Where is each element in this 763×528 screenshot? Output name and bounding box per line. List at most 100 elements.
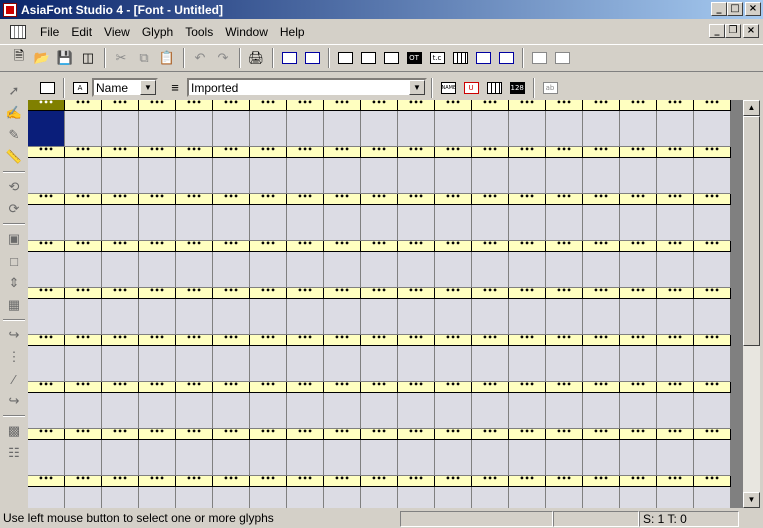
glyph-label[interactable]: ••• <box>102 475 139 487</box>
mdi-close-button[interactable]: × <box>743 24 759 38</box>
glyph-cell[interactable] <box>65 111 102 147</box>
chevron-down-icon[interactable]: ▼ <box>409 80 425 95</box>
glyph-label[interactable]: ••• <box>435 475 472 487</box>
glyph-cell[interactable] <box>583 111 620 147</box>
glyph-cell[interactable] <box>324 111 361 147</box>
glyph-cell[interactable] <box>657 158 694 194</box>
pen-icon[interactable]: ✍ <box>3 102 25 124</box>
glyph-cell[interactable] <box>176 158 213 194</box>
glyph-cell[interactable] <box>287 158 324 194</box>
glyph-label[interactable]: ••• <box>102 334 139 346</box>
component-icon[interactable]: ▩ <box>3 420 25 442</box>
glyph-cell[interactable] <box>213 111 250 147</box>
index-grid-icon[interactable] <box>483 77 505 99</box>
glyph-cell[interactable] <box>28 252 65 288</box>
sort-icon[interactable]: ≡ <box>164 77 186 99</box>
glyph-cell[interactable] <box>546 205 583 241</box>
glyph-cell[interactable] <box>435 158 472 194</box>
glyph-cell[interactable] <box>102 487 139 508</box>
glyph-cell[interactable] <box>102 111 139 147</box>
glyph-cell[interactable] <box>583 252 620 288</box>
glyph-label[interactable]: ••• <box>287 193 324 205</box>
glyph-cell[interactable] <box>287 346 324 382</box>
glyph-cell[interactable] <box>176 440 213 476</box>
glyph-cell[interactable] <box>65 440 102 476</box>
glyph-label[interactable]: ••• <box>546 193 583 205</box>
glyph-label[interactable]: ••• <box>65 381 102 393</box>
glyph-cell[interactable] <box>28 440 65 476</box>
glyph-label[interactable]: ••• <box>657 146 694 158</box>
new-file-icon[interactable]: 🗎 <box>8 47 30 69</box>
glyph-cell[interactable] <box>102 205 139 241</box>
glyph-label[interactable]: ••• <box>176 193 213 205</box>
glyph-label[interactable]: ••• <box>65 146 102 158</box>
glyph-label[interactable]: ••• <box>620 240 657 252</box>
glyph-cell[interactable] <box>250 158 287 194</box>
glyph-cell[interactable] <box>213 440 250 476</box>
glyph-label[interactable]: ••• <box>102 381 139 393</box>
glyph-cell[interactable] <box>65 487 102 508</box>
glyph-label[interactable]: ••• <box>176 381 213 393</box>
glyph-cell[interactable] <box>324 393 361 429</box>
glyph-cell[interactable] <box>657 346 694 382</box>
glyph-label[interactable]: ••• <box>176 100 213 111</box>
glyph-label[interactable]: ••• <box>361 475 398 487</box>
glyph-label[interactable]: ••• <box>546 240 583 252</box>
glyph-label[interactable]: ••• <box>250 334 287 346</box>
glyph-cell[interactable] <box>65 393 102 429</box>
glyph-label[interactable]: ••• <box>28 193 65 205</box>
glyph-label[interactable]: ••• <box>102 287 139 299</box>
glyph-cell[interactable] <box>620 252 657 288</box>
glyph-cell[interactable] <box>546 440 583 476</box>
glyph-label[interactable]: ••• <box>657 287 694 299</box>
glyph-cell[interactable] <box>620 205 657 241</box>
glyph-label[interactable]: ••• <box>657 100 694 111</box>
glyph-cell[interactable] <box>583 299 620 335</box>
glyph-label[interactable]: ••• <box>213 428 250 440</box>
glyph-label[interactable]: ••• <box>657 428 694 440</box>
glyph-label[interactable]: ••• <box>102 100 139 111</box>
glyph-label[interactable]: ••• <box>583 334 620 346</box>
glyph-label[interactable]: ••• <box>250 475 287 487</box>
glyph-label[interactable]: ••• <box>398 240 435 252</box>
glyph-label[interactable]: ••• <box>28 287 65 299</box>
glyph-label[interactable]: ••• <box>694 287 731 299</box>
menu-view[interactable]: View <box>98 25 136 39</box>
glyph-label[interactable]: ••• <box>620 334 657 346</box>
glyph-label[interactable]: ••• <box>139 334 176 346</box>
glyph-cell[interactable] <box>102 252 139 288</box>
glyph-cell[interactable] <box>657 205 694 241</box>
glyph-cell[interactable] <box>324 205 361 241</box>
glyph-cell[interactable] <box>28 487 65 508</box>
open-folder-icon[interactable]: 📂 <box>31 47 53 69</box>
glyph-cell[interactable] <box>398 111 435 147</box>
glyph-properties-icon[interactable] <box>36 77 58 99</box>
resize-icon[interactable]: □ <box>3 250 25 272</box>
glyph-cell[interactable] <box>139 205 176 241</box>
glyph-cell[interactable] <box>546 252 583 288</box>
glyph-cell[interactable] <box>28 158 65 194</box>
glyph-label[interactable]: ••• <box>324 381 361 393</box>
glyph-label[interactable]: ••• <box>213 287 250 299</box>
glyph-label[interactable]: ••• <box>398 334 435 346</box>
glyph-label[interactable]: ••• <box>139 428 176 440</box>
glyph-cell[interactable] <box>620 487 657 508</box>
glyph-label[interactable]: ••• <box>213 334 250 346</box>
glyph-label[interactable]: ••• <box>472 100 509 111</box>
flip-icon[interactable]: ⇕ <box>3 272 25 294</box>
glyph-cell[interactable] <box>472 158 509 194</box>
glyph-cell[interactable] <box>176 393 213 429</box>
rotate-left-icon[interactable]: ⟲ <box>3 176 25 198</box>
glyph-cell[interactable] <box>398 346 435 382</box>
glyph-cell[interactable] <box>139 299 176 335</box>
glyph-cell[interactable] <box>250 252 287 288</box>
glyph-label[interactable]: ••• <box>65 100 102 111</box>
glyph-cell[interactable] <box>287 487 324 508</box>
glyph-cell[interactable] <box>398 252 435 288</box>
glyph-label[interactable]: ••• <box>472 334 509 346</box>
glyph-label[interactable]: ••• <box>213 240 250 252</box>
glyph-label[interactable]: ••• <box>583 240 620 252</box>
glyph-label[interactable]: ••• <box>472 475 509 487</box>
glyph-label[interactable]: ••• <box>139 193 176 205</box>
glyph-label[interactable]: ••• <box>361 381 398 393</box>
